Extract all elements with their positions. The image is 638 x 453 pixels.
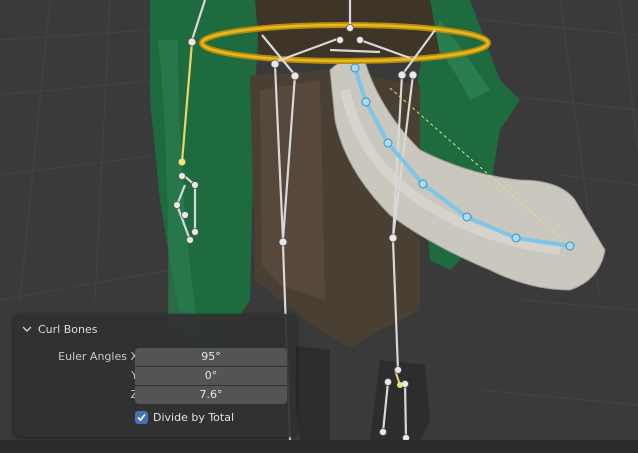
redo-last-panel: Curl Bones Euler Angles X 95° Y 0° Z 7.6…	[14, 314, 296, 437]
euler-z-row: Z 7.6°	[14, 386, 296, 405]
chevron-down-icon[interactable]	[22, 324, 32, 334]
checkmark-icon	[137, 413, 146, 422]
euler-z-field[interactable]: 7.6°	[135, 386, 287, 404]
euler-y-field[interactable]: 0°	[135, 367, 287, 385]
euler-x-label: Euler Angles X	[58, 350, 138, 363]
panel-title: Curl Bones	[38, 322, 98, 336]
divide-by-total-label: Divide by Total	[153, 411, 235, 424]
divide-by-total-option[interactable]: Divide by Total	[135, 411, 234, 424]
panel-header[interactable]: Curl Bones	[22, 321, 97, 337]
belt	[255, 0, 440, 62]
status-bar	[0, 440, 638, 453]
euler-x-row: Euler Angles X 95°	[14, 348, 296, 367]
euler-y-row: Y 0°	[14, 367, 296, 386]
divide-by-total-checkbox[interactable]	[135, 411, 148, 424]
euler-x-field[interactable]: 95°	[135, 348, 287, 366]
